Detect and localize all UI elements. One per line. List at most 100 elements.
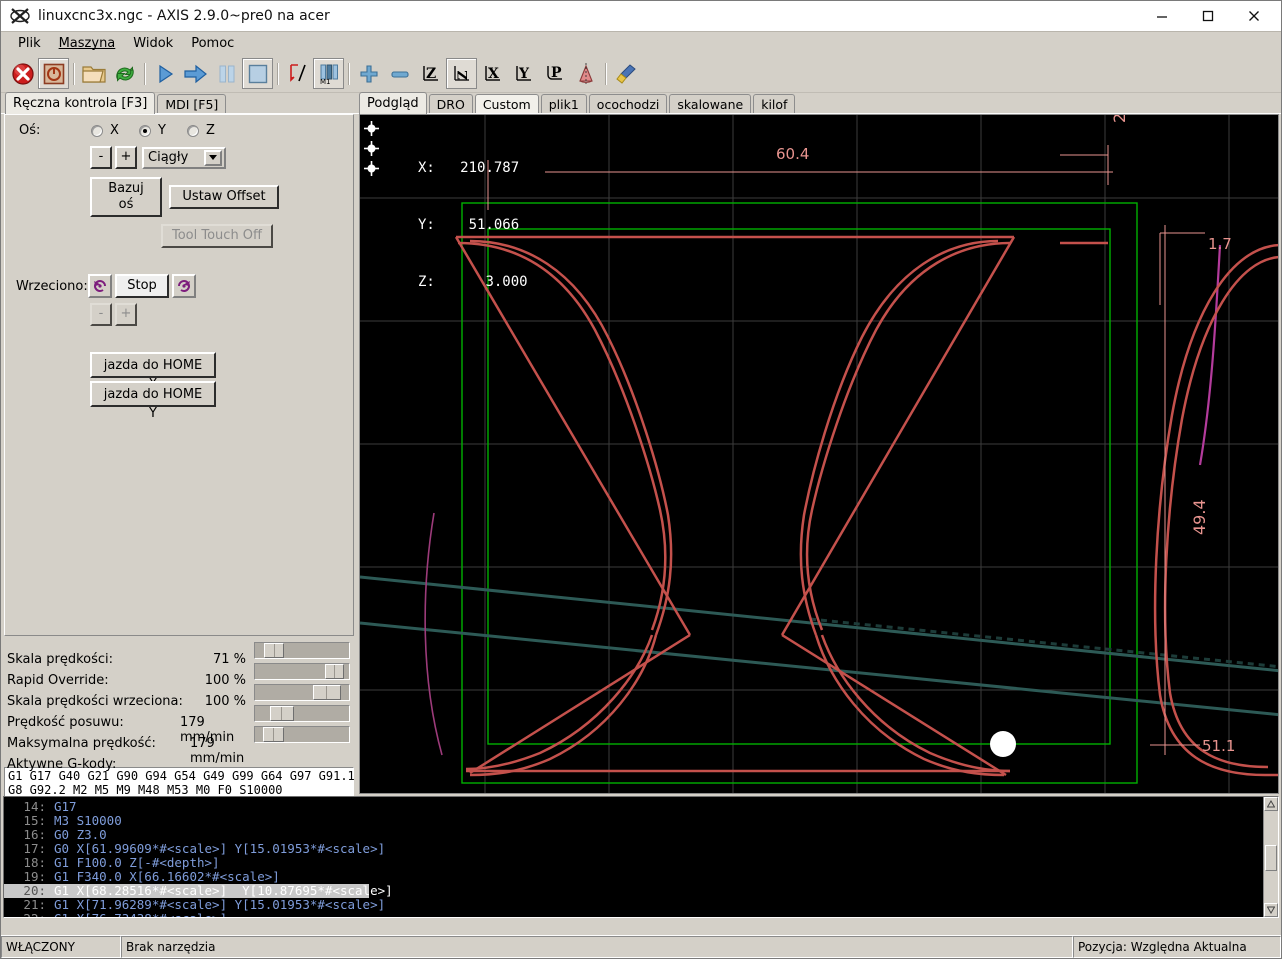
goto-home-y-button[interactable]: jazda do HOME Y xyxy=(90,381,216,421)
gcode-line[interactable]: 17: G0 X[61.99609*#<scale>] Y[15.01953*#<… xyxy=(4,842,1263,856)
toggle-skip-lines-button[interactable] xyxy=(282,58,313,89)
gcode-line-number: 16: xyxy=(23,827,46,842)
menu-widok[interactable]: Widok xyxy=(124,34,182,53)
gcode-lines: 14: G17 15: M3 S10000 16: G0 Z3.0 17: G0 X[6… xyxy=(4,797,1263,917)
rapid-override-slider[interactable] xyxy=(254,663,350,680)
tab-skalowane[interactable]: skalowane xyxy=(669,94,752,114)
gcode-line[interactable]: 19: G1 F340.0 X[66.16602*#<scale>] xyxy=(4,870,1263,884)
machine-state-cell: WŁĄCZONY xyxy=(1,936,121,958)
gcode-line-number: 17: xyxy=(23,841,46,856)
home-axis-button[interactable]: Bazuj oś xyxy=(90,177,162,217)
preview-tabstrip: Podgląd DRO Custom plik1 ocochodzi skalo… xyxy=(357,92,1281,114)
dro-y-value: 51.066 xyxy=(468,217,520,233)
tab-plik1[interactable]: plik1 xyxy=(540,94,587,114)
zoom-in-button[interactable] xyxy=(353,58,384,89)
tab-custom[interactable]: Custom xyxy=(474,94,539,114)
gcode-vertical-scrollbar[interactable] xyxy=(1263,797,1278,917)
spindle-speed-plus-button[interactable]: + xyxy=(115,303,137,326)
menu-plik[interactable]: Plik xyxy=(9,34,50,53)
axis-homed-icon xyxy=(364,161,379,176)
stop-program-button[interactable] xyxy=(242,58,273,89)
gcode-line[interactable]: 21: G1 X[71.96289*#<scale>] Y[15.01953*#<… xyxy=(4,898,1263,912)
jog-plus-button[interactable]: + xyxy=(115,146,137,169)
menubar: Plik Maszyna Widok Pomoc xyxy=(1,32,1281,55)
scroll-up-arrow-icon[interactable] xyxy=(1264,797,1278,811)
goto-home-x-button[interactable]: jazda do HOME X xyxy=(90,352,216,392)
radio-z[interactable] xyxy=(187,124,199,137)
tab-ocochodzi[interactable]: ocochodzi xyxy=(588,94,668,114)
maximize-icon[interactable] xyxy=(1185,2,1231,31)
toolpath-preview-canvas[interactable]: X: 210.787 Y: 51.066 Z: 3.000 60.4 20 1.… xyxy=(359,114,1279,794)
chevron-down-icon[interactable] xyxy=(204,149,222,166)
axis-radio-x[interactable]: X xyxy=(91,123,139,138)
gcode-line-number: 15: xyxy=(23,813,46,828)
home-y-row: jazda do HOME Y xyxy=(5,378,353,421)
spindle-label: Wrzeciono: xyxy=(16,278,88,294)
pause-program-button[interactable] xyxy=(211,58,242,89)
svg-text:M1: M1 xyxy=(320,78,331,85)
tab-dro[interactable]: DRO xyxy=(428,94,473,114)
tool-touch-off-button[interactable]: Tool Touch Off xyxy=(161,224,273,248)
axis-label-y: Y xyxy=(158,123,166,138)
svg-text:Z: Z xyxy=(426,66,436,82)
gcode-line[interactable]: 15: M3 S10000 xyxy=(4,814,1263,828)
open-file-button[interactable] xyxy=(78,58,109,89)
minimize-icon[interactable] xyxy=(1139,2,1185,31)
step-program-button[interactable] xyxy=(180,58,211,89)
gcode-listing-pane[interactable]: 14: G17 15: M3 S10000 16: G0 Z3.0 17: G0 X[6… xyxy=(3,796,1279,918)
view-x-button[interactable]: X xyxy=(477,58,508,89)
run-program-button[interactable] xyxy=(149,58,180,89)
gcode-line[interactable]: 14: G17 xyxy=(4,800,1263,814)
view-p-button[interactable]: P xyxy=(539,58,570,89)
clear-backplot-button[interactable] xyxy=(610,58,641,89)
jog-increment-combo[interactable]: Ciągły xyxy=(142,146,226,169)
tab-mdi[interactable]: MDI [F5] xyxy=(157,94,227,114)
dro-z-label: Z: xyxy=(418,274,435,290)
spindle-stop-button[interactable]: Stop xyxy=(115,274,169,298)
gcode-line-selected[interactable]: 20: G1 X[68.28516*#<scale>] Y[10.87695*#<… xyxy=(4,884,393,898)
gcode-scroll-thumb[interactable] xyxy=(1265,845,1277,871)
tab-kilof[interactable]: kilof xyxy=(753,94,796,114)
close-icon[interactable] xyxy=(1231,2,1277,31)
jog-minus-button[interactable]: - xyxy=(90,146,112,169)
manual-control-panel: Oś: X Y Z - + Ciągły Bazuj oś Ustaw Offs… xyxy=(4,114,354,636)
toggle-optional-stop-button[interactable]: M1 xyxy=(313,58,344,89)
gcode-line[interactable]: 18: G1 F100.0 Z[-#<depth>] xyxy=(4,856,1263,870)
tab-podglad[interactable]: Podgląd xyxy=(359,92,427,114)
menu-maszyna[interactable]: Maszyna xyxy=(50,34,125,53)
tab-manual-control[interactable]: Ręczna kontrola [F3] xyxy=(5,92,156,114)
left-control-pane: Ręczna kontrola [F3] MDI [F5] Oś: X Y Z … xyxy=(1,92,357,809)
spindle-cw-icon[interactable] xyxy=(172,274,196,298)
view-y-button[interactable]: Y xyxy=(508,58,539,89)
radio-y[interactable] xyxy=(139,124,151,137)
svg-text:Y: Y xyxy=(518,66,530,82)
rapid-override-name: Rapid Override: xyxy=(7,672,109,688)
reload-file-button[interactable] xyxy=(109,58,140,89)
dimension-top-width: 60.4 xyxy=(776,145,810,163)
gcode-line[interactable]: 22:G1 X[76.73438*#<scale>] xyxy=(4,912,1263,918)
spindle-ccw-icon[interactable] xyxy=(88,274,112,298)
spindle-speed-minus-button[interactable]: - xyxy=(90,303,112,326)
estop-toggle-button[interactable] xyxy=(7,58,38,89)
toggle-tool-cone-button[interactable] xyxy=(570,58,601,89)
max-velocity-slider[interactable] xyxy=(254,726,350,743)
spindle-override-slider[interactable] xyxy=(254,684,350,701)
view-z-rotated-button[interactable]: Z N xyxy=(446,58,477,89)
set-offset-button[interactable]: Ustaw Offset xyxy=(169,185,279,209)
menu-pomoc[interactable]: Pomoc xyxy=(182,34,243,53)
zoom-out-button[interactable] xyxy=(384,58,415,89)
machine-power-toggle-button[interactable] xyxy=(38,58,69,89)
axis-radio-y[interactable]: Y xyxy=(139,123,187,138)
jog-speed-slider[interactable] xyxy=(254,705,350,722)
status-row: Skala prędkości: 71 % xyxy=(4,640,354,667)
view-z-button[interactable]: Z xyxy=(415,58,446,89)
toolbar-separator xyxy=(140,61,149,87)
jog-row: - + Ciągły xyxy=(5,138,353,169)
axis-radio-z[interactable]: Z xyxy=(187,123,235,138)
scroll-down-arrow-icon[interactable] xyxy=(1264,903,1278,917)
dro-line-y: Y: 51.066 xyxy=(418,216,528,235)
feed-override-slider[interactable] xyxy=(254,642,350,659)
radio-x[interactable] xyxy=(91,124,103,137)
status-bar: WŁĄCZONY Brak narzędzia Pozycja: Względn… xyxy=(1,935,1281,958)
gcode-line[interactable]: 16: G0 Z3.0 xyxy=(4,828,1263,842)
